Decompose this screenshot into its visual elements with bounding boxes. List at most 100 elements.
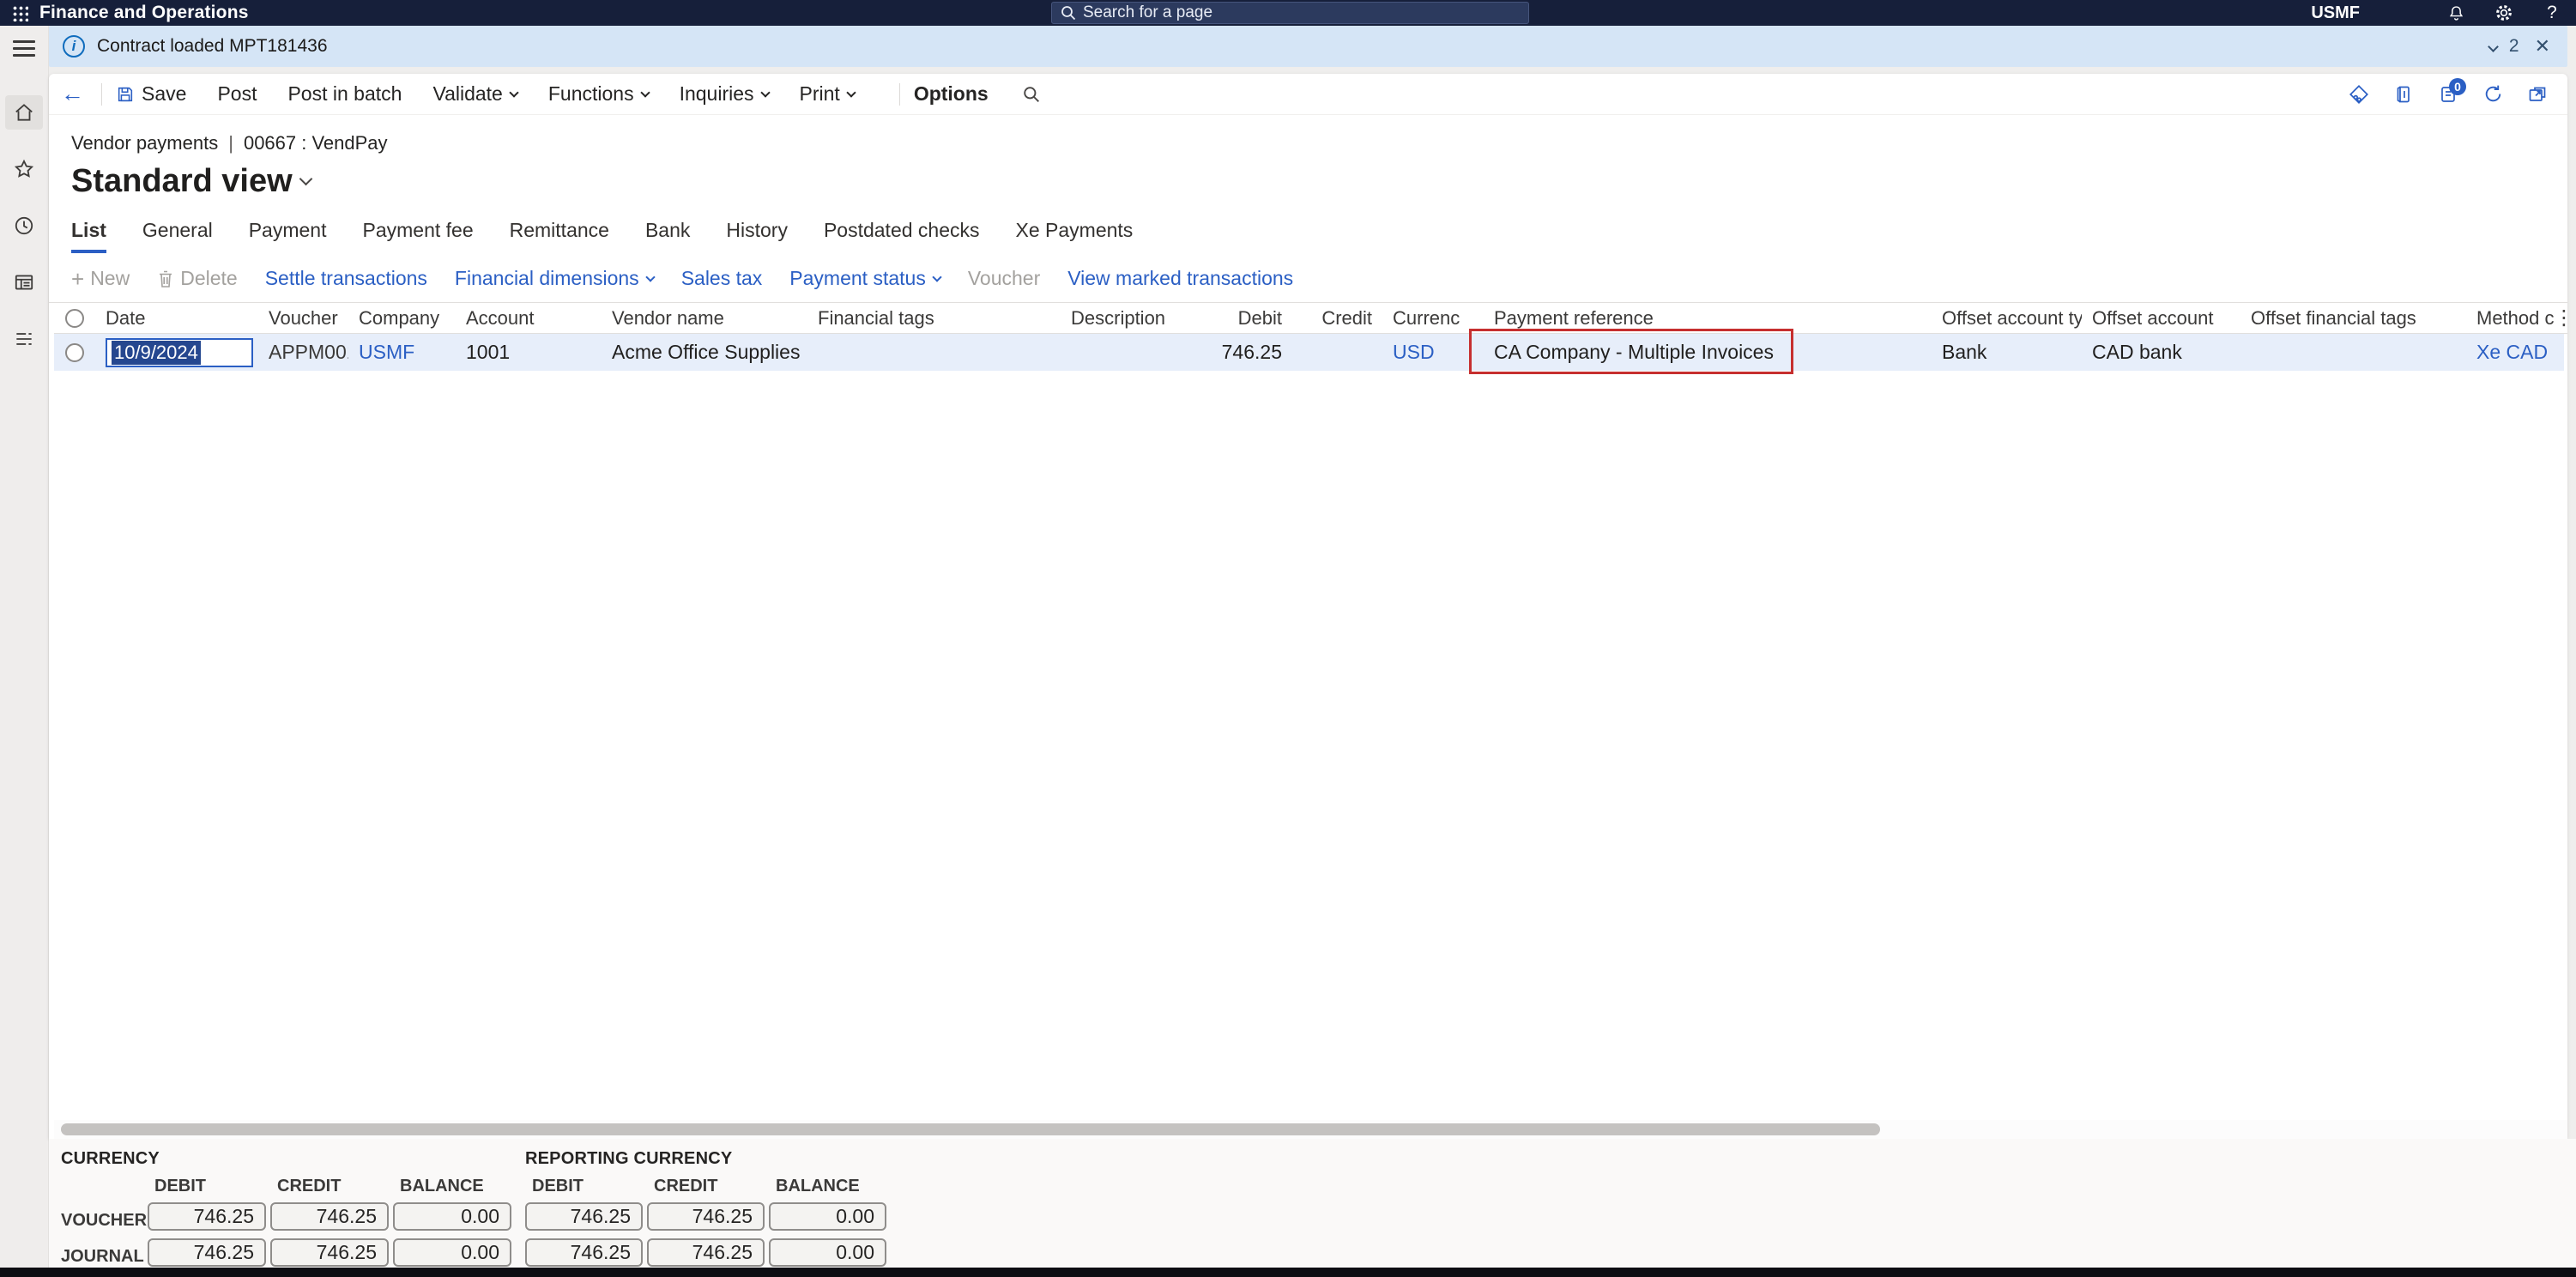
validate-label: Validate [432,82,502,106]
column-header-method-of-payment[interactable]: Method c [2451,307,2554,330]
company-picker-button[interactable]: USMF [2299,0,2372,26]
recent-clock-icon[interactable] [5,209,43,243]
message-close-icon[interactable]: ✕ [2531,35,2554,57]
financial-dimensions-menu-button[interactable]: Financial dimensions [455,267,654,290]
new-button[interactable]: + New [71,267,130,290]
voucher-currency-balance-value: 0.00 [393,1202,511,1231]
workspaces-window-icon[interactable] [5,265,43,300]
help-icon[interactable]: ? [2528,0,2576,26]
save-floppy-icon [116,85,135,104]
column-header-credit[interactable]: Credit [1292,307,1382,330]
breadcrumb-page-name[interactable]: Vendor payments [71,132,218,154]
offset-account-type-cell[interactable]: Bank [1932,341,2082,364]
post-in-batch-button[interactable]: Post in batch [287,82,402,106]
view-marked-transactions-button[interactable]: View marked transactions [1067,267,1293,290]
refresh-icon[interactable] [2480,82,2506,107]
attachments-icon[interactable]: 0 [2435,82,2461,107]
column-header-offset-account-type[interactable]: Offset account type [1932,307,2082,330]
modules-list-icon[interactable] [5,322,43,356]
inquiries-menu-button[interactable]: Inquiries [680,82,769,106]
reporting-balance-header: BALANCE [769,1177,886,1202]
currency-totals-group: CURRENCY DEBIT CREDIT BALANCE VOUCHER 74… [61,1149,511,1268]
select-all-radio[interactable] [65,309,84,328]
column-header-offset-financial-tags[interactable]: Offset financial tags [2240,307,2451,330]
column-header-payment-reference[interactable]: Payment reference [1460,307,1932,330]
payment-status-menu-button[interactable]: Payment status [789,267,940,290]
save-label: Save [142,82,186,106]
view-selector[interactable]: Standard view [71,163,2567,200]
currency-totals-title: CURRENCY [61,1149,511,1177]
method-of-payment-cell[interactable]: Xe CAD [2451,341,2554,364]
office-apps-icon[interactable] [2391,82,2416,107]
top-navigation-bar: Finance and Operations Search for a page… [0,0,2576,26]
chevron-down-icon [846,88,856,97]
tab-payment[interactable]: Payment [249,219,327,253]
functions-menu-button[interactable]: Functions [548,82,649,106]
column-header-offset-account[interactable]: Offset account [2082,307,2240,330]
new-label: New [90,267,130,290]
toolbar-search-icon[interactable] [1023,86,1040,103]
voucher-reporting-balance-value: 0.00 [769,1202,886,1231]
column-header-voucher[interactable]: Voucher [258,307,348,330]
company-cell[interactable]: USMF [348,341,456,364]
back-button[interactable]: ← [61,81,84,107]
plus-icon: + [71,270,84,287]
message-expand-chevron-down-icon[interactable] [2488,41,2499,52]
home-icon[interactable] [5,95,43,130]
validate-menu-button[interactable]: Validate [432,82,517,106]
voucher-button[interactable]: Voucher [968,267,1040,290]
tab-remittance[interactable]: Remittance [510,219,609,253]
tab-general[interactable]: General [142,219,213,253]
settle-transactions-button[interactable]: Settle transactions [265,267,427,290]
column-header-vendor-name[interactable]: Vendor name [602,307,807,330]
print-menu-button[interactable]: Print [800,82,855,106]
options-button[interactable]: Options [914,82,989,106]
column-header-company[interactable]: Company [348,307,456,330]
column-header-date[interactable]: Date [95,307,258,330]
notification-message-bar: i Contract loaded MPT181436 2 ✕ [49,26,2567,67]
open-in-new-window-icon[interactable] [2525,82,2550,107]
column-header-description[interactable]: Description [1061,307,1202,330]
column-header-currency[interactable]: Currency [1382,307,1460,330]
app-launcher-waffle-icon[interactable] [0,0,39,26]
tab-payment-fee[interactable]: Payment fee [362,219,473,253]
notifications-bell-icon[interactable] [2432,0,2480,26]
save-button[interactable]: Save [116,82,186,106]
reporting-currency-totals-group: REPORTING CURRENCY DEBIT CREDIT BALANCE … [525,1149,886,1268]
account-cell[interactable]: 1001 [456,341,602,364]
payment-reference-cell[interactable]: CA Company - Multiple Invoices [1460,341,1932,364]
grid-empty-area [54,371,2567,1120]
grid-more-options-icon[interactable]: ⋮ [2554,306,2576,330]
tab-xe-payments[interactable]: Xe Payments [1016,219,1134,253]
tab-postdated-checks[interactable]: Postdated checks [824,219,980,253]
debit-cell[interactable]: 746.25 [1202,341,1292,364]
vendor-name-cell[interactable]: Acme Office Supplies [602,341,807,364]
voucher-cell[interactable]: APPM001... [258,341,348,364]
column-header-debit[interactable]: Debit [1202,307,1292,330]
topbar-right-group: USMF ? [2299,0,2576,26]
message-bar-controls: 2 ✕ [2489,35,2554,57]
tab-bank[interactable]: Bank [645,219,690,253]
row-select-radio[interactable] [65,343,84,362]
page-card: ← Save Post Post in batch Validate Funct… [49,74,2567,1139]
expand-navigation-hamburger-icon[interactable] [13,36,35,61]
date-field[interactable]: 10/9/2024 [106,338,253,367]
currency-cell[interactable]: USD [1382,341,1460,364]
column-header-account[interactable]: Account [456,307,602,330]
sales-tax-button[interactable]: Sales tax [681,267,763,290]
functions-label: Functions [548,82,634,106]
settings-gear-icon[interactable] [2480,0,2528,26]
journal-line-row[interactable]: 10/9/2024 APPM001... USMF 1001 Acme Offi… [54,334,2564,371]
tab-history[interactable]: History [726,219,788,253]
tab-list[interactable]: List [71,219,106,253]
delete-button[interactable]: Delete [157,267,237,290]
horizontal-scrollbar-thumb[interactable] [61,1123,1880,1135]
column-header-financial-tags[interactable]: Financial tags [807,307,1061,330]
favorites-star-icon[interactable] [5,152,43,186]
search-input[interactable]: Search for a page [1051,2,1529,24]
offset-account-cell[interactable]: CAD bank [2082,341,2240,364]
power-apps-icon[interactable] [2346,82,2372,107]
journal-reporting-debit-value: 746.25 [525,1238,643,1267]
post-button[interactable]: Post [217,82,257,106]
inquiries-label: Inquiries [680,82,754,106]
